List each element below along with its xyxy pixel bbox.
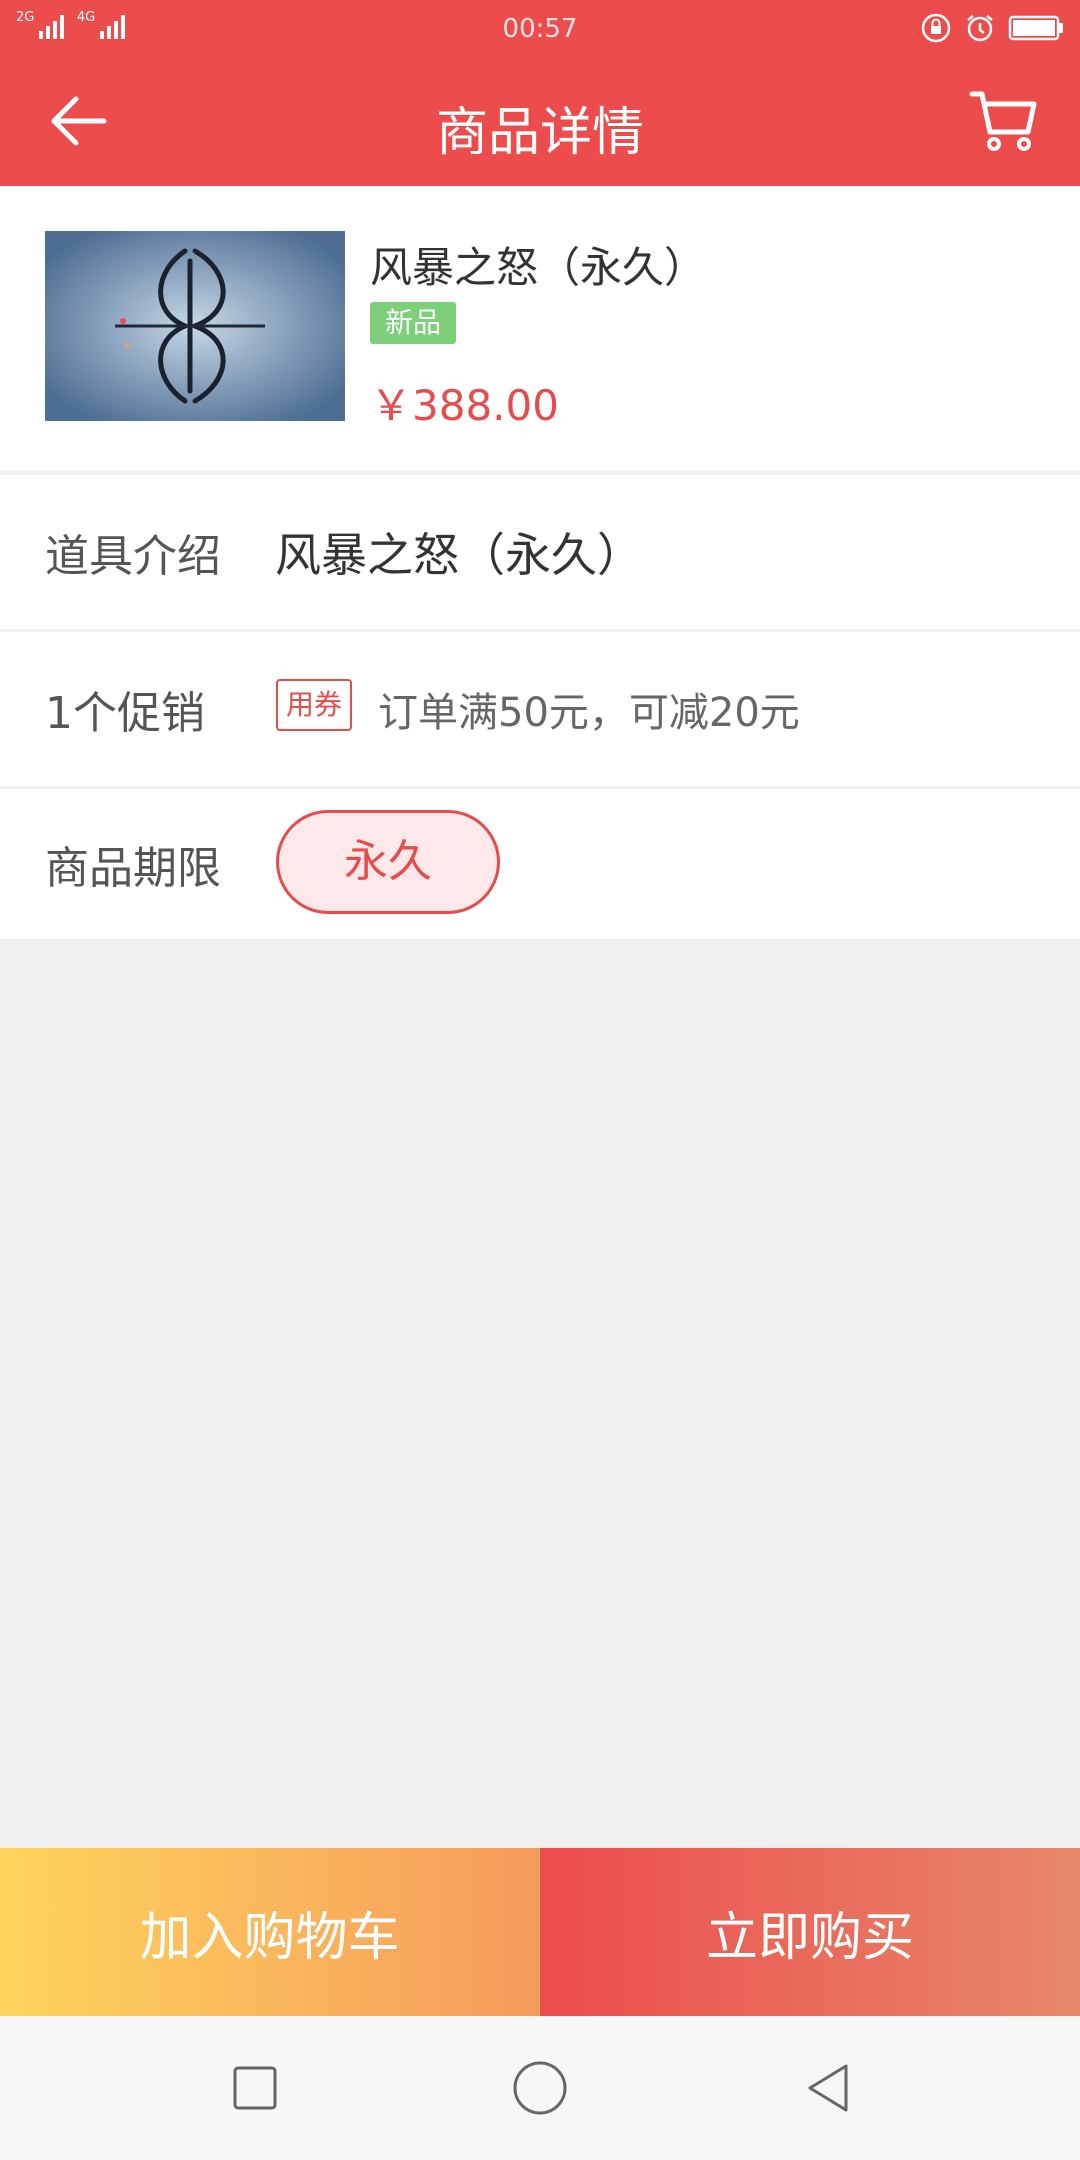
status-bar: 2G 4G 00:57	[0, 0, 1080, 56]
app-bar: 商品详情	[0, 56, 1080, 186]
home-icon[interactable]	[510, 2058, 570, 2118]
promo-label: 1个促销	[45, 688, 205, 739]
system-nav-bar	[0, 2016, 1080, 2160]
coupon-tag: 用券	[276, 679, 352, 731]
product-price: ￥388.00	[370, 381, 559, 430]
battery-icon	[1008, 15, 1063, 41]
add-to-cart-button[interactable]: 加入购物车	[0, 1848, 540, 2016]
status-time: 00:57	[502, 14, 578, 44]
new-badge: 新品	[370, 302, 456, 344]
bottom-action-bar: 加入购物车 立即购买	[0, 1848, 1080, 2016]
product-name: 风暴之怒（永久）	[370, 243, 707, 292]
promotion-row[interactable]: 1个促销 用券 订单满50元，可减20元	[0, 632, 1080, 786]
term-label: 商品期限	[45, 843, 221, 894]
back-nav-icon[interactable]	[800, 2058, 860, 2118]
term-option-permanent[interactable]: 永久	[276, 810, 500, 914]
alarm-icon	[967, 15, 993, 42]
shopping-cart-icon[interactable]	[968, 84, 1040, 156]
lock-rotation-icon	[921, 13, 951, 43]
product-card[interactable]: 风暴之怒（永久） 新品 ￥388.00	[0, 186, 1080, 470]
buy-now-button[interactable]: 立即购买	[540, 1848, 1080, 2016]
promo-text: 订单满50元，可减20元	[378, 690, 800, 736]
term-row: 商品期限 永久	[0, 789, 1080, 939]
product-image[interactable]	[45, 231, 345, 421]
recent-apps-icon[interactable]	[225, 2058, 285, 2118]
intro-label: 道具介绍	[45, 531, 221, 582]
page-title: 商品详情	[435, 103, 644, 163]
intro-value: 风暴之怒（永久）	[275, 528, 643, 582]
status-icons	[920, 12, 1066, 44]
item-intro-row: 道具介绍 风暴之怒（永久）	[0, 475, 1080, 629]
